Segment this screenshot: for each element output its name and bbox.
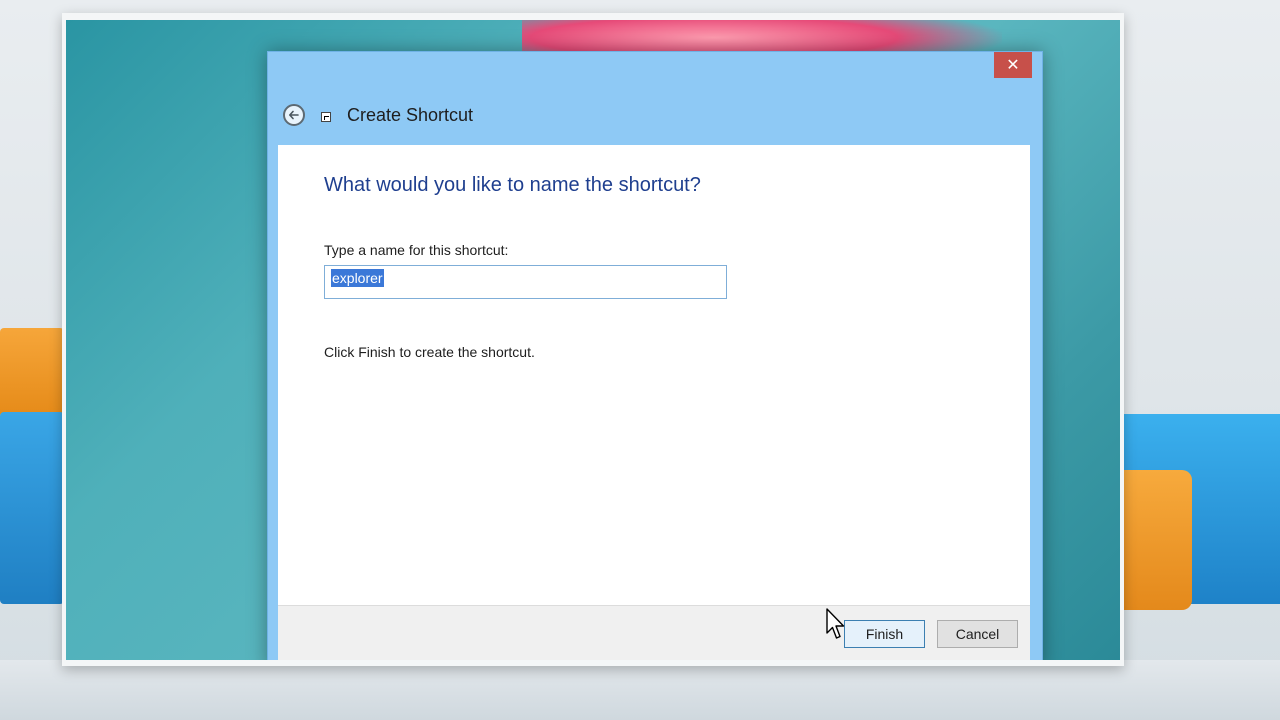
shortcut-name-input[interactable]: explorer — [324, 265, 727, 299]
finish-hint-text: Click Finish to create the shortcut. — [324, 344, 535, 360]
close-button[interactable]: ✕ — [994, 52, 1032, 78]
background-floor — [0, 660, 1280, 720]
create-shortcut-dialog: ✕ Create Shortcut What would you like to… — [267, 51, 1043, 660]
background-chair-left-orange — [0, 328, 64, 418]
shortcut-icon — [321, 112, 331, 122]
dialog-title: Create Shortcut — [347, 105, 474, 125]
back-arrow-icon — [289, 110, 299, 120]
finish-button[interactable]: Finish — [844, 620, 925, 648]
dialog-footer: Finish Cancel — [278, 605, 1030, 660]
page-heading: What would you like to name the shortcut… — [324, 174, 701, 196]
background-sofa-left-blue — [0, 412, 64, 604]
selected-text: explorer — [331, 269, 384, 287]
shortcut-name-label: Type a name for this shortcut: — [324, 242, 509, 258]
background-chair-right-orange — [1122, 470, 1192, 610]
desktop-wallpaper: ✕ Create Shortcut What would you like to… — [66, 20, 1120, 660]
back-button[interactable] — [283, 104, 305, 126]
close-icon: ✕ — [1006, 55, 1020, 74]
dialog-content: What would you like to name the shortcut… — [278, 145, 1030, 605]
monitor-screen: ✕ Create Shortcut What would you like to… — [62, 13, 1124, 666]
cancel-button[interactable]: Cancel — [937, 620, 1018, 648]
